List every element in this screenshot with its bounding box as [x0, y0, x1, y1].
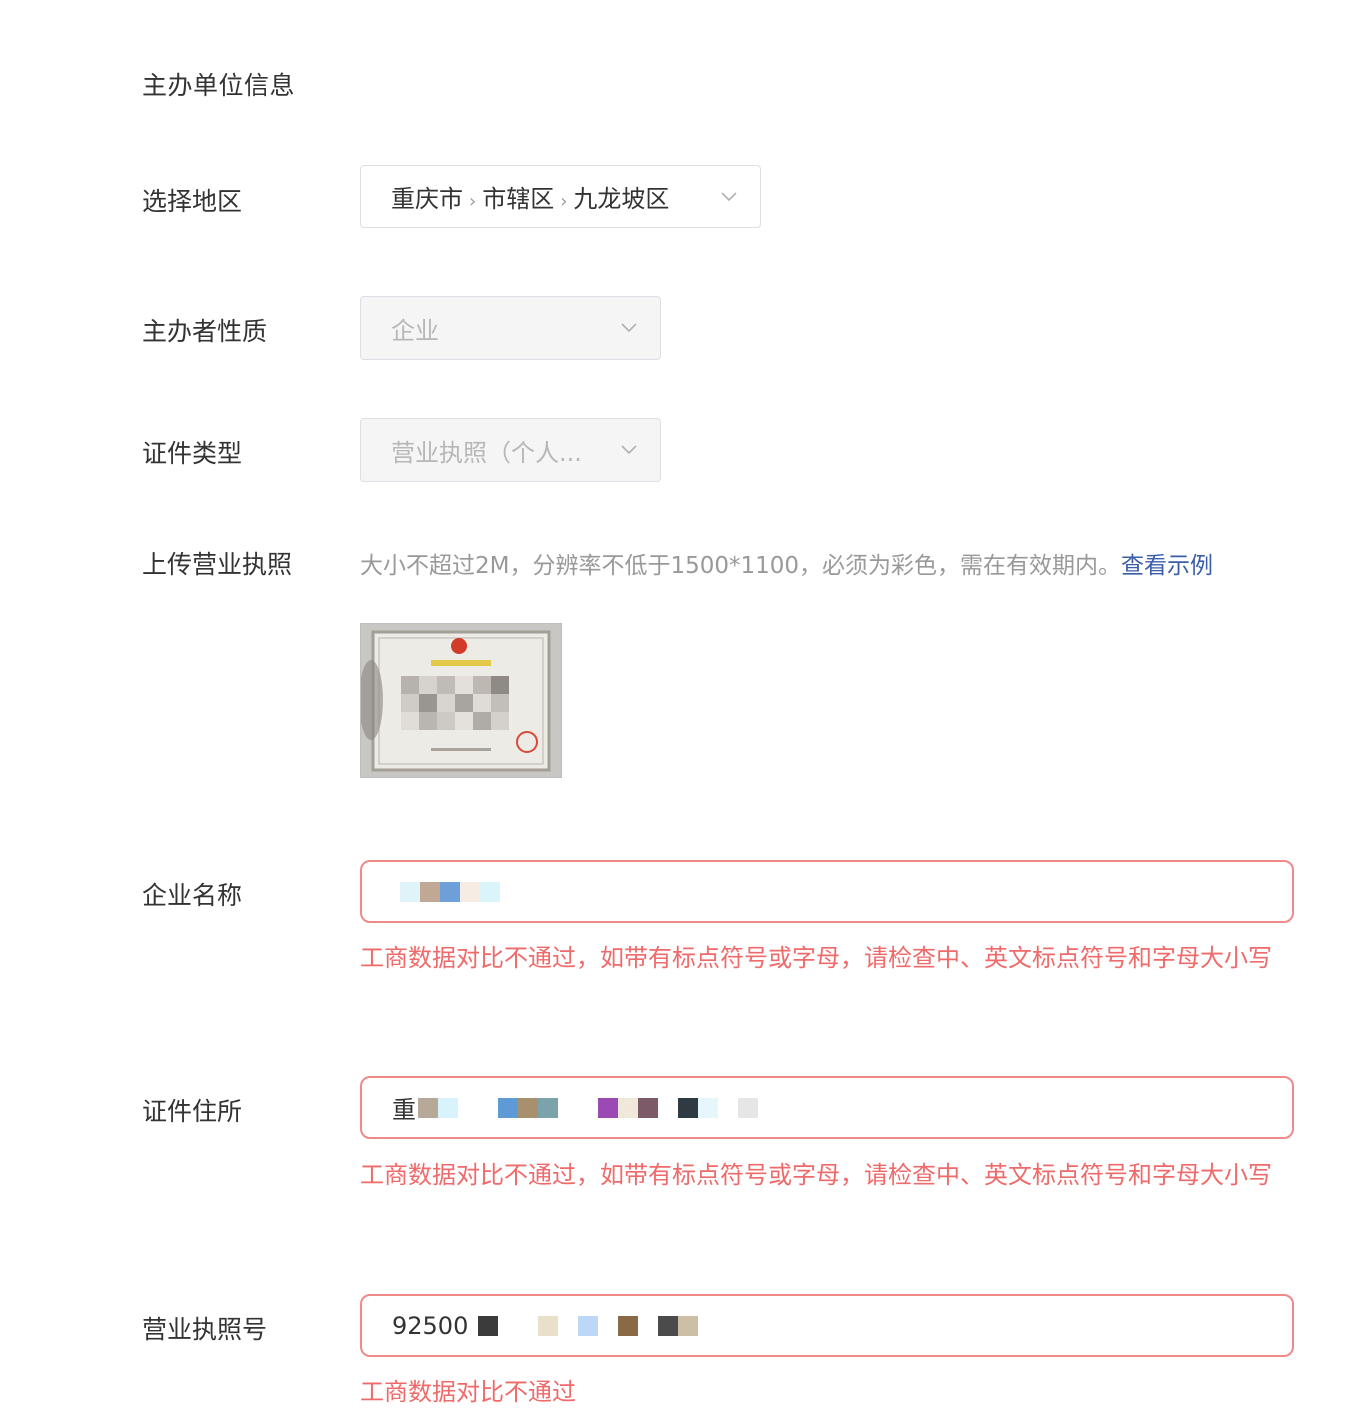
chevron-down-icon: [618, 317, 640, 339]
cert-address-value: 重: [392, 1096, 416, 1124]
region-select[interactable]: 重庆市 › 市辖区 › 九龙坡区: [360, 165, 761, 228]
region-path: 重庆市 › 市辖区 › 九龙坡区: [391, 179, 718, 214]
crumb-separator-icon: ›: [560, 191, 568, 212]
view-example-link[interactable]: 查看示例: [1121, 553, 1213, 579]
license-no-input[interactable]: 92500: [360, 1294, 1294, 1357]
license-image-icon: [359, 624, 561, 777]
cert-type-select[interactable]: 营业执照（个人...: [360, 418, 661, 482]
license-no-error: 工商数据对比不通过: [360, 1378, 576, 1406]
license-thumbnail[interactable]: [359, 623, 562, 778]
company-name-error: 工商数据对比不通过，如带有标点符号或字母，请检查中、英文标点符号和字母大小写: [360, 944, 1272, 972]
upload-label: 上传营业执照: [142, 550, 293, 579]
chevron-down-icon: [718, 186, 740, 208]
organizer-type-label: 主办者性质: [142, 317, 268, 346]
cert-type-label: 证件类型: [142, 439, 243, 468]
crumb-separator-icon: ›: [469, 191, 477, 212]
organizer-type-value: 企业: [391, 316, 439, 345]
cert-address-error: 工商数据对比不通过，如带有标点符号或字母，请检查中、英文标点符号和字母大小写: [360, 1161, 1272, 1189]
chevron-down-icon: [618, 439, 640, 461]
company-name-label: 企业名称: [142, 881, 243, 910]
redacted-mask: [478, 1315, 699, 1337]
region-city: 市辖区: [482, 185, 555, 213]
region-district: 九龙坡区: [573, 185, 670, 213]
upload-hint: 大小不超过2M，分辨率不低于1500*1100，必须为彩色，需在有效期内。查看示…: [360, 546, 1213, 580]
license-no-value: 92500: [392, 1311, 469, 1340]
organizer-type-select[interactable]: 企业: [360, 296, 661, 360]
redacted-mask: [400, 881, 500, 903]
section-title: 主办单位信息: [142, 71, 296, 100]
region-label: 选择地区: [142, 187, 243, 216]
license-no-label: 营业执照号: [142, 1315, 268, 1344]
upload-hint-text: 大小不超过2M，分辨率不低于1500*1100，必须为彩色，需在有效期内。: [360, 553, 1122, 579]
region-province: 重庆市: [391, 185, 463, 213]
cert-address-label: 证件住所: [142, 1097, 243, 1126]
redacted-mask: [418, 1097, 758, 1119]
cert-address-input[interactable]: 重: [360, 1076, 1294, 1139]
cert-type-value: 营业执照（个人...: [391, 438, 582, 467]
company-name-input[interactable]: [360, 860, 1294, 923]
